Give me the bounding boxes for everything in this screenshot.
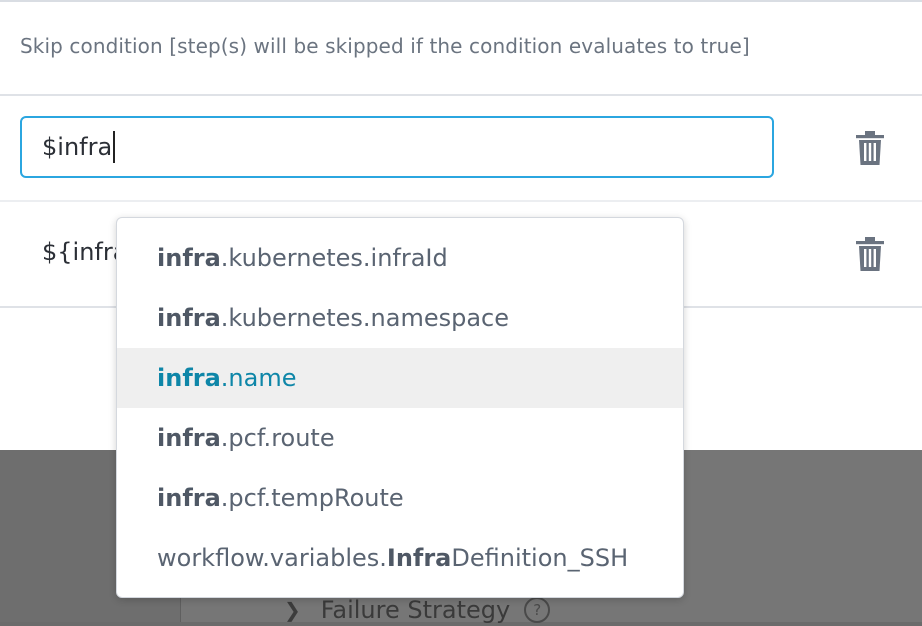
skip-condition-input-value: $infra [42,133,113,161]
autocomplete-option[interactable]: workflow.variables. Infra Definition_SSH [117,528,683,588]
text-caret [113,131,116,163]
autocomplete-option[interactable]: infra .name [117,348,683,408]
divider [0,200,922,202]
option-rest: Definition_SSH [451,544,629,572]
autocomplete-option[interactable]: infra .pcf.tempRoute [117,468,683,528]
skip-condition-input[interactable]: $infra [20,116,774,178]
option-match: Infra [386,544,452,572]
autocomplete-option[interactable]: infra .kubernetes.namespace [117,288,683,348]
option-match: infra [157,424,221,452]
help-circle-icon: ? [524,597,551,623]
option-rest: .name [220,364,297,392]
option-match: infra [157,304,221,332]
chevron-right-icon: ❯ [284,598,301,622]
option-match: infra [157,484,221,512]
failure-strategy-label: Failure Strategy [320,596,511,624]
skip-condition-value[interactable]: ${infra [42,238,127,266]
option-rest: .pcf.route [220,424,335,452]
skip-condition-description: Skip condition [step(s) will be skipped … [20,34,750,58]
divider [0,94,922,96]
trash-icon[interactable] [856,237,884,271]
autocomplete-dropdown: infra .kubernetes.infraId infra .kubernetes… [116,217,684,598]
option-prefix: workflow.variables. [157,544,387,572]
divider [0,0,922,2]
trash-icon[interactable] [856,131,884,165]
option-match: infra [157,364,221,392]
option-rest: .kubernetes.namespace [220,304,509,332]
failure-strategy-row: ❯ Failure Strategy ? [284,594,551,626]
option-rest: .kubernetes.infraId [220,244,448,272]
option-match: infra [157,244,221,272]
autocomplete-option[interactable]: infra .pcf.route [117,408,683,468]
option-rest: .pcf.tempRoute [220,484,404,512]
autocomplete-option[interactable]: infra .kubernetes.infraId [117,228,683,288]
